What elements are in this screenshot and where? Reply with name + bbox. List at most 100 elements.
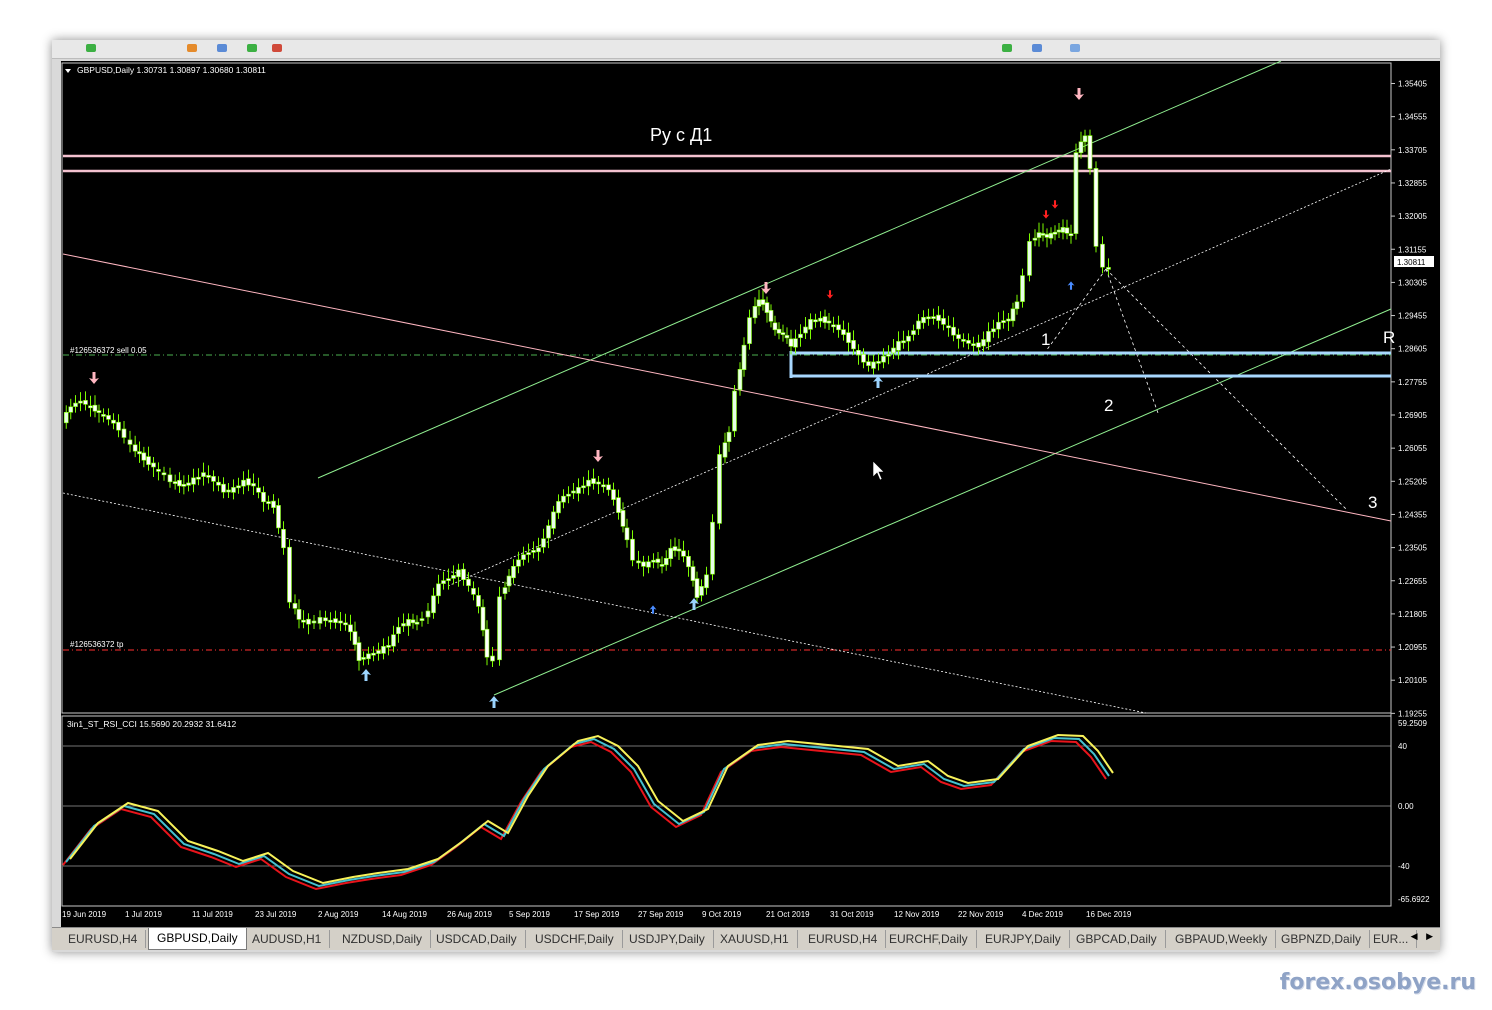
candle-body <box>1032 237 1038 241</box>
candle-body <box>431 595 436 614</box>
tab-eurchf-daily[interactable]: EURCHF,Daily <box>881 930 977 948</box>
candle-body <box>206 475 211 478</box>
toolbar-red-icon[interactable] <box>272 44 282 52</box>
candle-body <box>414 621 420 625</box>
candle-body <box>871 361 876 369</box>
candle-body <box>1100 243 1105 268</box>
candle-body <box>425 610 431 618</box>
candle-body <box>78 400 83 404</box>
tab-eurusd-h4[interactable]: EURUSD,H4 <box>60 930 147 948</box>
candle-body <box>436 583 441 597</box>
candle-body <box>338 620 343 624</box>
candle-body <box>676 548 682 552</box>
candle-body <box>73 402 78 407</box>
candle-body <box>956 334 961 339</box>
tab-gbpcad-daily[interactable]: GBPCAD,Daily <box>1068 930 1166 948</box>
candle-body <box>780 332 786 335</box>
resistance-annotation: Ру с Д1 <box>650 125 712 145</box>
time-axis-label: 4 Dec 2019 <box>1022 910 1063 919</box>
toolbar-blue-icon[interactable] <box>1070 44 1080 52</box>
tab-xauusd-h1[interactable]: XAUUSD,H1 <box>712 930 798 948</box>
toolbar-green-icon[interactable] <box>86 44 96 52</box>
candle-body <box>292 603 298 609</box>
candle-body <box>216 481 221 486</box>
candle-body <box>516 559 521 567</box>
candle-body <box>151 462 156 468</box>
candle-body <box>401 623 406 627</box>
candle-body <box>231 487 236 493</box>
tab-gbpusd-daily[interactable]: GBPUSD,Daily <box>148 928 247 950</box>
candle-body <box>101 414 106 417</box>
candle-body <box>317 617 323 624</box>
toolbar-green-icon[interactable] <box>247 44 257 52</box>
candle-body <box>391 634 396 647</box>
time-axis-label: 23 Jul 2019 <box>255 910 297 919</box>
candle-body <box>311 620 317 624</box>
price-label: 1.19255 <box>1398 709 1427 718</box>
toolbar-green-icon[interactable] <box>1002 44 1012 52</box>
candle-body <box>181 484 187 487</box>
price-label: 1.29455 <box>1398 312 1427 321</box>
tab-eur-[interactable]: EUR... <box>1365 930 1418 948</box>
candle-body <box>241 479 246 487</box>
toolbar-blue-icon[interactable] <box>217 44 227 52</box>
candle-body <box>571 490 576 494</box>
candle-body <box>798 333 803 339</box>
candle-body <box>901 340 906 344</box>
candle-body <box>127 439 133 445</box>
candle-body <box>556 501 561 514</box>
candle-body <box>826 320 832 324</box>
price-label: 1.28605 <box>1398 345 1427 354</box>
tab-gbpaud-weekly[interactable]: GBPAUD,Weekly <box>1167 930 1277 948</box>
toolbar-blue-icon[interactable] <box>1032 44 1042 52</box>
chart-canvas[interactable]: 1.35405 1.34555 1.33705 1.32855 1.32005 1.311… <box>61 61 1440 927</box>
tab-eurjpy-daily[interactable]: EURJPY,Daily <box>977 930 1070 948</box>
tab-gbpnzd-daily[interactable]: GBPNZD,Daily <box>1273 930 1371 948</box>
candle-body <box>851 340 856 350</box>
candle-body <box>616 497 621 513</box>
candle-body <box>271 500 276 508</box>
candle-body <box>936 314 941 321</box>
tab-usdchf-daily[interactable]: USDCHF,Daily <box>527 930 623 948</box>
candle-body <box>323 617 328 622</box>
price-label: 1.20955 <box>1398 643 1427 652</box>
price-label: 1.20105 <box>1398 676 1427 685</box>
tab-scroll-arrows-icon[interactable]: ◀ ▶ <box>1411 931 1436 942</box>
candle-body <box>726 431 732 443</box>
candle-body <box>96 410 102 413</box>
order-line-label: #126536372 sell 0.05 <box>70 346 147 355</box>
chart-area[interactable]: 1.35405 1.34555 1.33705 1.32855 1.32005 1.311… <box>61 61 1440 927</box>
chart-tabs-bar: EURUSD,H4 GBPUSD,Daily AUDUSD,H1 NZDUSD,Dai… <box>52 927 1440 950</box>
candle-body <box>822 316 828 323</box>
tab-eurusd-h4[interactable]: EURUSD,H4 <box>800 930 887 948</box>
candle-body <box>356 642 362 661</box>
tab-usdjpy-daily[interactable]: USDJPY,Daily <box>621 930 714 948</box>
candle-body <box>996 321 1001 330</box>
price-label: 1.23505 <box>1398 544 1427 553</box>
candle-body <box>366 653 371 660</box>
candle-body <box>931 316 936 319</box>
candle-body <box>737 368 743 391</box>
tab-nzdusd-daily[interactable]: NZDUSD,Daily <box>334 930 432 948</box>
toolbar-orange-icon[interactable] <box>187 44 197 52</box>
candle-body <box>1044 234 1050 238</box>
candle-body <box>911 330 916 335</box>
candle-body <box>690 566 696 581</box>
candle-body <box>710 521 715 575</box>
candle-body <box>167 474 173 483</box>
price-label: 1.24355 <box>1398 510 1427 519</box>
candle-body <box>1093 168 1099 247</box>
time-axis-label: 11 Jul 2019 <box>192 910 233 919</box>
candle-body <box>116 421 121 431</box>
candle-body <box>551 511 556 529</box>
candle-body <box>201 472 206 477</box>
tab-usdcad-daily[interactable]: USDCAD,Daily <box>428 930 526 948</box>
tab-audusd-h1[interactable]: AUDUSD,H1 <box>244 930 331 948</box>
candle-body <box>396 626 401 635</box>
candle-body <box>1052 231 1058 235</box>
candle-body <box>511 565 516 579</box>
time-axis-label: 2 Aug 2019 <box>318 910 359 919</box>
candle-body <box>333 618 338 623</box>
oscillator-scale-label: 59.2509 <box>1398 719 1427 728</box>
price-label: 1.31155 <box>1398 245 1427 254</box>
